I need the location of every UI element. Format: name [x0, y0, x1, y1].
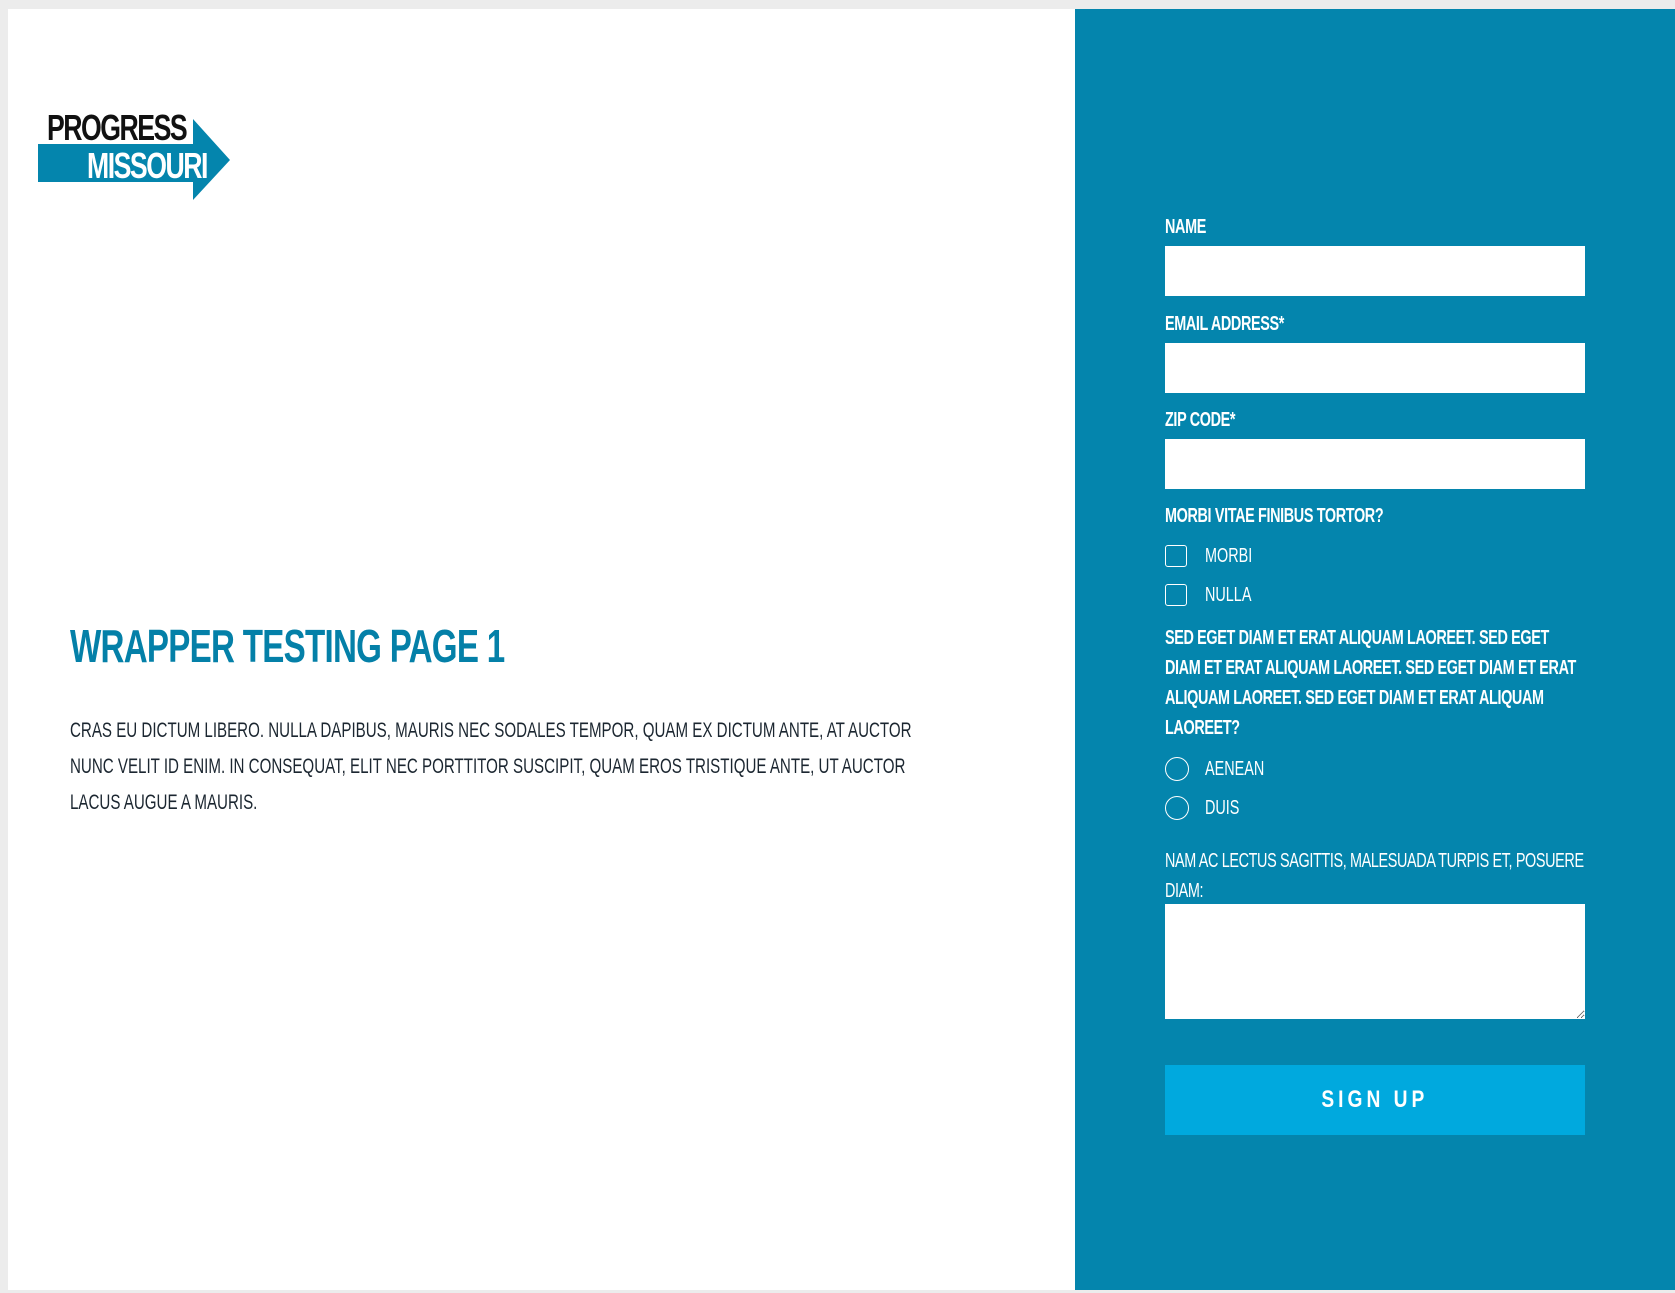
- sign-up-button[interactable]: SIGN UP: [1165, 1065, 1585, 1135]
- radio-label: DUIS: [1205, 797, 1240, 819]
- name-field[interactable]: [1165, 246, 1585, 296]
- comments-textarea[interactable]: [1165, 904, 1585, 1019]
- name-label: NAME: [1165, 216, 1206, 238]
- email-field[interactable]: [1165, 343, 1585, 393]
- signup-panel: NAME EMAIL ADDRESS* ZIP CODE* MORBI VITA…: [1075, 9, 1675, 1290]
- radio-label: AENEAN: [1205, 758, 1265, 780]
- radio-button[interactable]: [1165, 757, 1189, 781]
- checkbox-label: MORBI: [1205, 545, 1253, 567]
- checkbox[interactable]: [1165, 545, 1187, 567]
- checkbox-option-morbi[interactable]: MORBI: [1165, 543, 1252, 569]
- email-label: EMAIL ADDRESS*: [1165, 313, 1284, 335]
- zip-label: ZIP CODE*: [1165, 409, 1236, 431]
- progress-missouri-logo[interactable]: PROGRESS MISSOURI: [38, 104, 248, 204]
- sign-up-button-label: SIGN UP: [1321, 1086, 1429, 1113]
- logo-text-progress: PROGRESS: [47, 107, 188, 148]
- textarea-label: NAM AC LECTUS SAGITTIS, MALESUADA TURPIS…: [1165, 850, 1584, 902]
- zip-field[interactable]: [1165, 439, 1585, 489]
- radio-option-aenean[interactable]: AENEAN: [1165, 756, 1264, 782]
- radio-question: SED EGET DIAM ET ERAT ALIQUAM LAOREET. S…: [1165, 627, 1576, 739]
- page-body-text: CRAS EU DICTUM LIBERO. NULLA DAPIBUS, MA…: [70, 719, 912, 814]
- checkbox-question: MORBI VITAE FINIBUS TORTOR?: [1165, 505, 1384, 527]
- content-panel: PROGRESS MISSOURI WRAPPER TESTING PAGE 1…: [8, 9, 1075, 1290]
- checkbox[interactable]: [1165, 584, 1187, 606]
- radio-button[interactable]: [1165, 796, 1189, 820]
- checkbox-option-nulla[interactable]: NULLA: [1165, 582, 1251, 608]
- logo-text-missouri: MISSOURI: [87, 145, 208, 186]
- checkbox-label: NULLA: [1205, 584, 1252, 606]
- radio-option-duis[interactable]: DUIS: [1165, 795, 1239, 821]
- page-frame: PROGRESS MISSOURI WRAPPER TESTING PAGE 1…: [8, 9, 1675, 1290]
- page-title: WRAPPER TESTING PAGE 1: [70, 620, 505, 672]
